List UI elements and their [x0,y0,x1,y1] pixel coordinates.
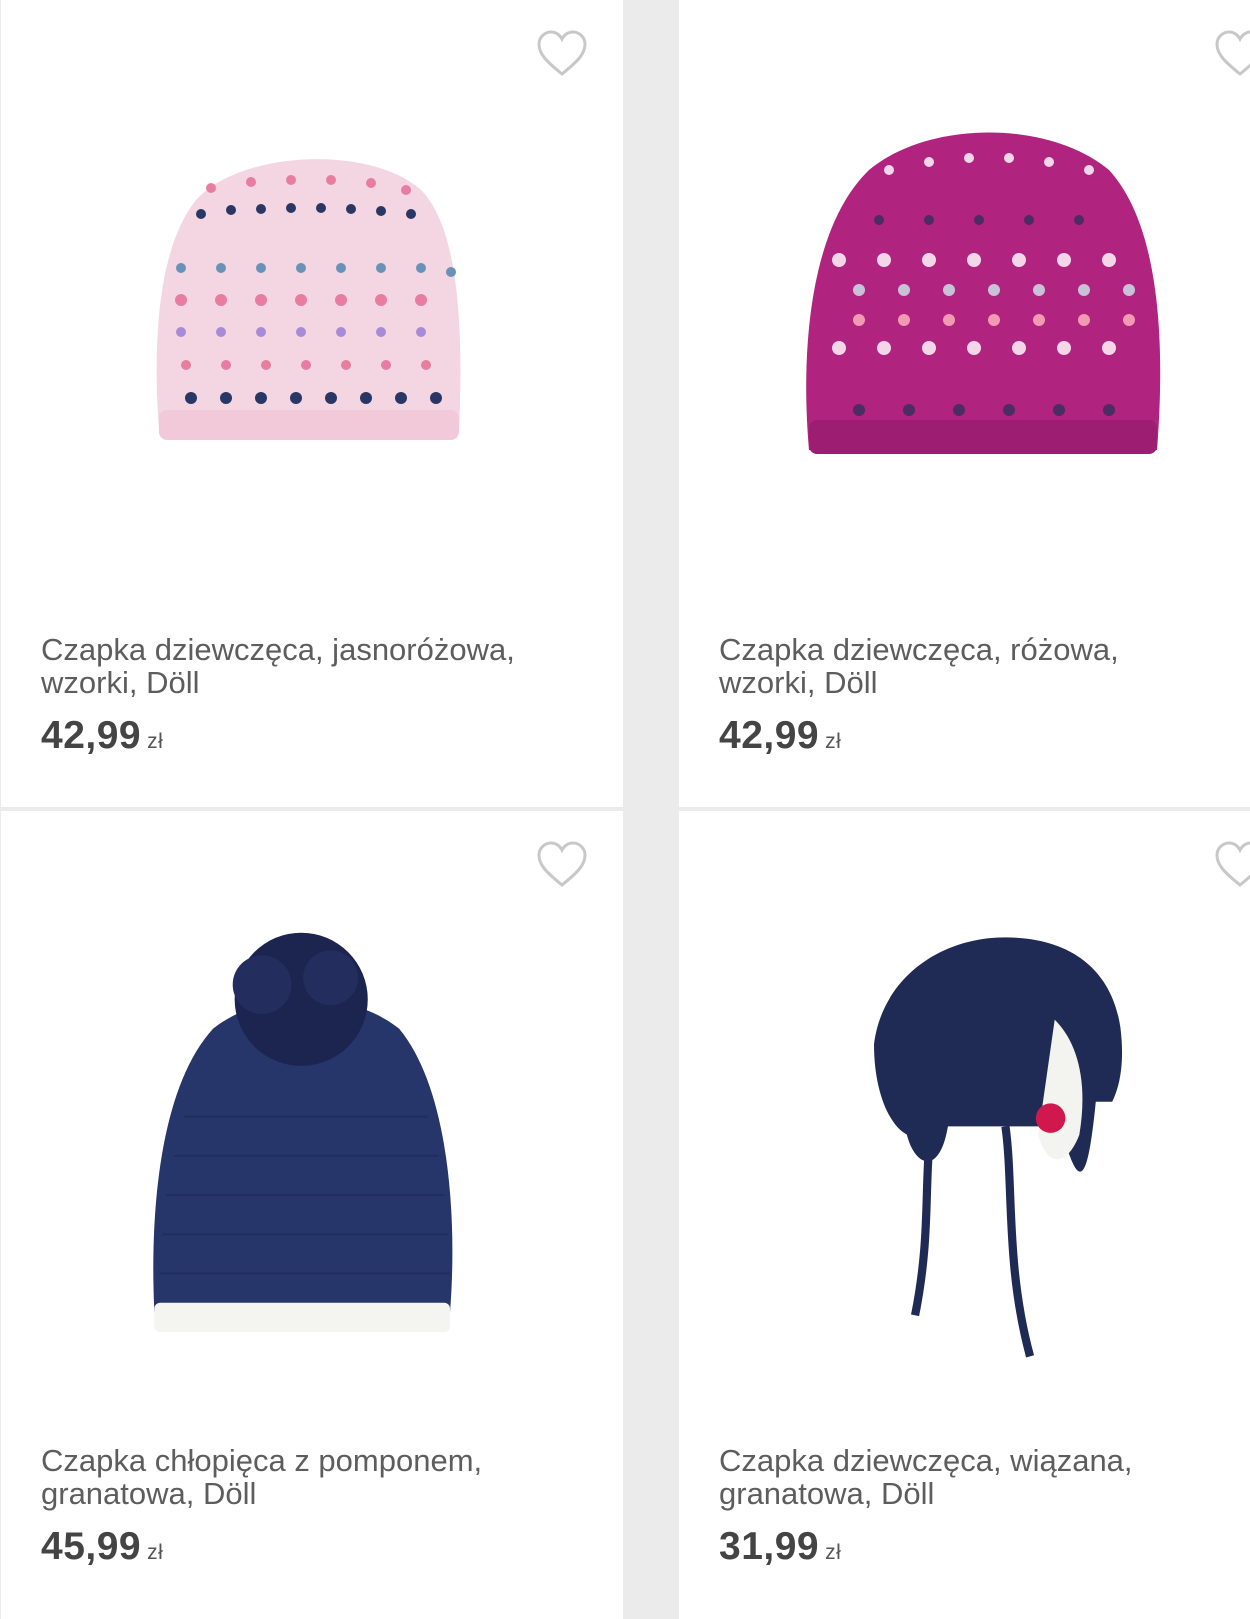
heart-outline-icon[interactable] [536,841,588,889]
product-title[interactable]: Czapka dziewczęca, różowa, wzorki, Döll [719,633,1219,699]
price-value: 42,99 [41,714,142,757]
product-card[interactable]: Czapka dziewczęca, różowa, wzorki, Döll … [679,0,1250,807]
product-image-beanie-magenta[interactable] [779,110,1199,570]
price-currency: zł [825,1541,842,1564]
price-value: 45,99 [41,1525,142,1568]
product-image-beanie-light-pink[interactable] [101,110,521,570]
price-currency: zł [147,730,164,753]
product-price: 42,99 zł [41,714,163,758]
price-currency: zł [825,730,842,753]
product-price: 31,99 zł [719,1525,841,1569]
price-currency: zł [147,1541,164,1564]
price-value: 31,99 [719,1525,820,1568]
heart-outline-icon[interactable] [1214,30,1250,78]
product-title[interactable]: Czapka dziewczęca, jasnoróżowa, wzorki, … [41,633,581,699]
product-title[interactable]: Czapka dziewczęca, wiązana, granatowa, D… [719,1444,1219,1510]
heart-outline-icon[interactable] [1214,841,1250,889]
product-card[interactable]: Czapka dziewczęca, wiązana, granatowa, D… [679,811,1250,1619]
product-price: 45,99 zł [41,1525,163,1569]
product-card[interactable]: Czapka chłopięca z pomponem, granatowa, … [1,811,623,1619]
product-price: 42,99 zł [719,714,841,758]
product-grid: Czapka dziewczęca, jasnoróżowa, wzorki, … [0,0,1250,1619]
product-title[interactable]: Czapka chłopięca z pomponem, granatowa, … [41,1444,581,1510]
product-image-beanie-navy-pompom[interactable] [101,921,521,1381]
product-image-hat-navy-earflaps[interactable] [779,921,1199,1381]
price-value: 42,99 [719,714,820,757]
heart-outline-icon[interactable] [536,30,588,78]
product-card[interactable]: Czapka dziewczęca, jasnoróżowa, wzorki, … [1,0,623,807]
